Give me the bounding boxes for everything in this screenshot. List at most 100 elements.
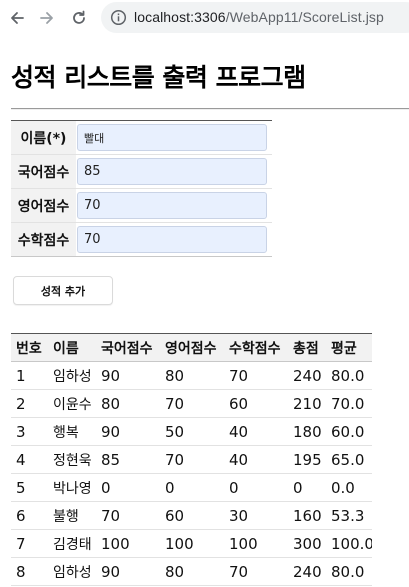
cell-english: 100 xyxy=(160,529,224,558)
cell-number: 2 xyxy=(11,389,48,418)
cell-total: 0 xyxy=(288,473,326,502)
header-total: 총점 xyxy=(288,333,326,362)
cell-korean: 70 xyxy=(96,501,160,530)
cell-total: 160 xyxy=(288,501,326,530)
add-score-button[interactable]: 성적 추가 xyxy=(13,276,113,305)
cell-average: 70.0 xyxy=(326,389,372,418)
cell-korean: 85 xyxy=(96,445,160,474)
cell-korean: 90 xyxy=(96,361,160,390)
header-english: 영어점수 xyxy=(160,333,224,362)
cell-korean: 90 xyxy=(96,417,160,446)
address-bar[interactable]: localhost:3306/WebApp11/ScoreList.jsp xyxy=(101,2,409,33)
cell-math: 60 xyxy=(224,389,288,418)
form-row-math: 수학점수 xyxy=(11,222,272,257)
cell-average: 65.0 xyxy=(326,445,372,474)
cell-english: 50 xyxy=(160,417,224,446)
cell-math: 40 xyxy=(224,417,288,446)
score-list-table: 번호 이름 국어점수 영어점수 수학점수 총점 평균 1 임하성 90 80 7… xyxy=(11,333,372,586)
info-icon[interactable] xyxy=(110,9,127,26)
score-entry-form: 이름(*) 국어점수 영어점수 수학점수 xyxy=(11,120,272,257)
cell-korean: 0 xyxy=(96,473,160,502)
korean-score-label: 국어점수 xyxy=(11,154,76,189)
cell-name: 임하성 xyxy=(48,361,96,390)
cell-number: 1 xyxy=(11,361,48,390)
math-score-input[interactable] xyxy=(77,226,267,253)
name-input[interactable] xyxy=(77,124,267,151)
cell-number: 7 xyxy=(11,529,48,558)
back-button[interactable] xyxy=(5,6,29,30)
form-row-korean: 국어점수 xyxy=(11,154,272,189)
header-number: 번호 xyxy=(11,333,48,362)
header-average: 평균 xyxy=(326,333,372,362)
cell-english: 0 xyxy=(160,473,224,502)
table-row: 8 임하성 90 80 70 240 80.0 xyxy=(11,557,372,586)
cell-math: 0 xyxy=(224,473,288,502)
cell-english: 60 xyxy=(160,501,224,530)
url-text: localhost:3306/WebApp11/ScoreList.jsp xyxy=(134,9,384,25)
table-row: 5 박나영 0 0 0 0 0.0 xyxy=(11,473,372,502)
table-row: 2 이윤수 80 70 60 210 70.0 xyxy=(11,389,372,418)
cell-english: 70 xyxy=(160,389,224,418)
cell-korean: 80 xyxy=(96,389,160,418)
cell-math: 100 xyxy=(224,529,288,558)
cell-average: 80.0 xyxy=(326,557,372,586)
cell-number: 3 xyxy=(11,417,48,446)
cell-total: 195 xyxy=(288,445,326,474)
cell-number: 4 xyxy=(11,445,48,474)
cell-total: 300 xyxy=(288,529,326,558)
name-label: 이름(*) xyxy=(11,120,76,155)
reload-icon xyxy=(73,10,85,24)
cell-average: 53.3 xyxy=(326,501,372,530)
table-row: 6 불행 70 60 30 160 53.3 xyxy=(11,501,372,530)
cell-total: 210 xyxy=(288,389,326,418)
cell-number: 5 xyxy=(11,473,48,502)
cell-average: 60.0 xyxy=(326,417,372,446)
cell-english: 80 xyxy=(160,557,224,586)
header-korean: 국어점수 xyxy=(96,333,160,362)
english-score-label: 영어점수 xyxy=(11,188,76,223)
header-math: 수학점수 xyxy=(224,333,288,362)
cell-name: 박나영 xyxy=(48,473,96,502)
page-title: 성적 리스트를 출력 프로그램 xyxy=(11,63,306,92)
url-path: /WebApp11/ScoreList.jsp xyxy=(225,9,384,25)
cell-total: 240 xyxy=(288,361,326,390)
cell-name: 김경태 xyxy=(48,529,96,558)
reload-button[interactable] xyxy=(67,6,91,30)
table-row: 4 정현욱 85 70 40 195 65.0 xyxy=(11,445,372,474)
cell-korean: 100 xyxy=(96,529,160,558)
math-score-label: 수학점수 xyxy=(11,222,76,257)
header-name: 이름 xyxy=(48,333,96,362)
cell-math: 30 xyxy=(224,501,288,530)
cell-name: 불행 xyxy=(48,501,96,530)
cell-total: 180 xyxy=(288,417,326,446)
cell-math: 70 xyxy=(224,361,288,390)
cell-number: 6 xyxy=(11,501,48,530)
cell-name: 이윤수 xyxy=(48,389,96,418)
cell-total: 240 xyxy=(288,557,326,586)
cell-average: 0.0 xyxy=(326,473,372,502)
horizontal-divider xyxy=(11,108,409,110)
table-row: 1 임하성 90 80 70 240 80.0 xyxy=(11,361,372,390)
english-score-input[interactable] xyxy=(77,192,267,219)
arrow-left-icon xyxy=(11,12,24,24)
cell-korean: 90 xyxy=(96,557,160,586)
cell-name: 정현욱 xyxy=(48,445,96,474)
table-row: 3 행복 90 50 40 180 60.0 xyxy=(11,417,372,446)
form-row-english: 영어점수 xyxy=(11,188,272,223)
cell-math: 70 xyxy=(224,557,288,586)
cell-average: 80.0 xyxy=(326,361,372,390)
cell-name: 임하성 xyxy=(48,557,96,586)
form-row-name: 이름(*) xyxy=(11,120,272,155)
cell-english: 70 xyxy=(160,445,224,474)
korean-score-input[interactable] xyxy=(77,158,267,185)
cell-number: 8 xyxy=(11,557,48,586)
table-header-row: 번호 이름 국어점수 영어점수 수학점수 총점 평균 xyxy=(11,333,372,362)
url-host: localhost:3306 xyxy=(134,9,226,25)
arrow-right-icon xyxy=(40,12,53,24)
browser-toolbar: localhost:3306/WebApp11/ScoreList.jsp xyxy=(0,0,409,36)
forward-button[interactable] xyxy=(35,6,59,30)
cell-math: 40 xyxy=(224,445,288,474)
cell-name: 행복 xyxy=(48,417,96,446)
cell-average: 100.0 xyxy=(326,529,372,558)
cell-english: 80 xyxy=(160,361,224,390)
